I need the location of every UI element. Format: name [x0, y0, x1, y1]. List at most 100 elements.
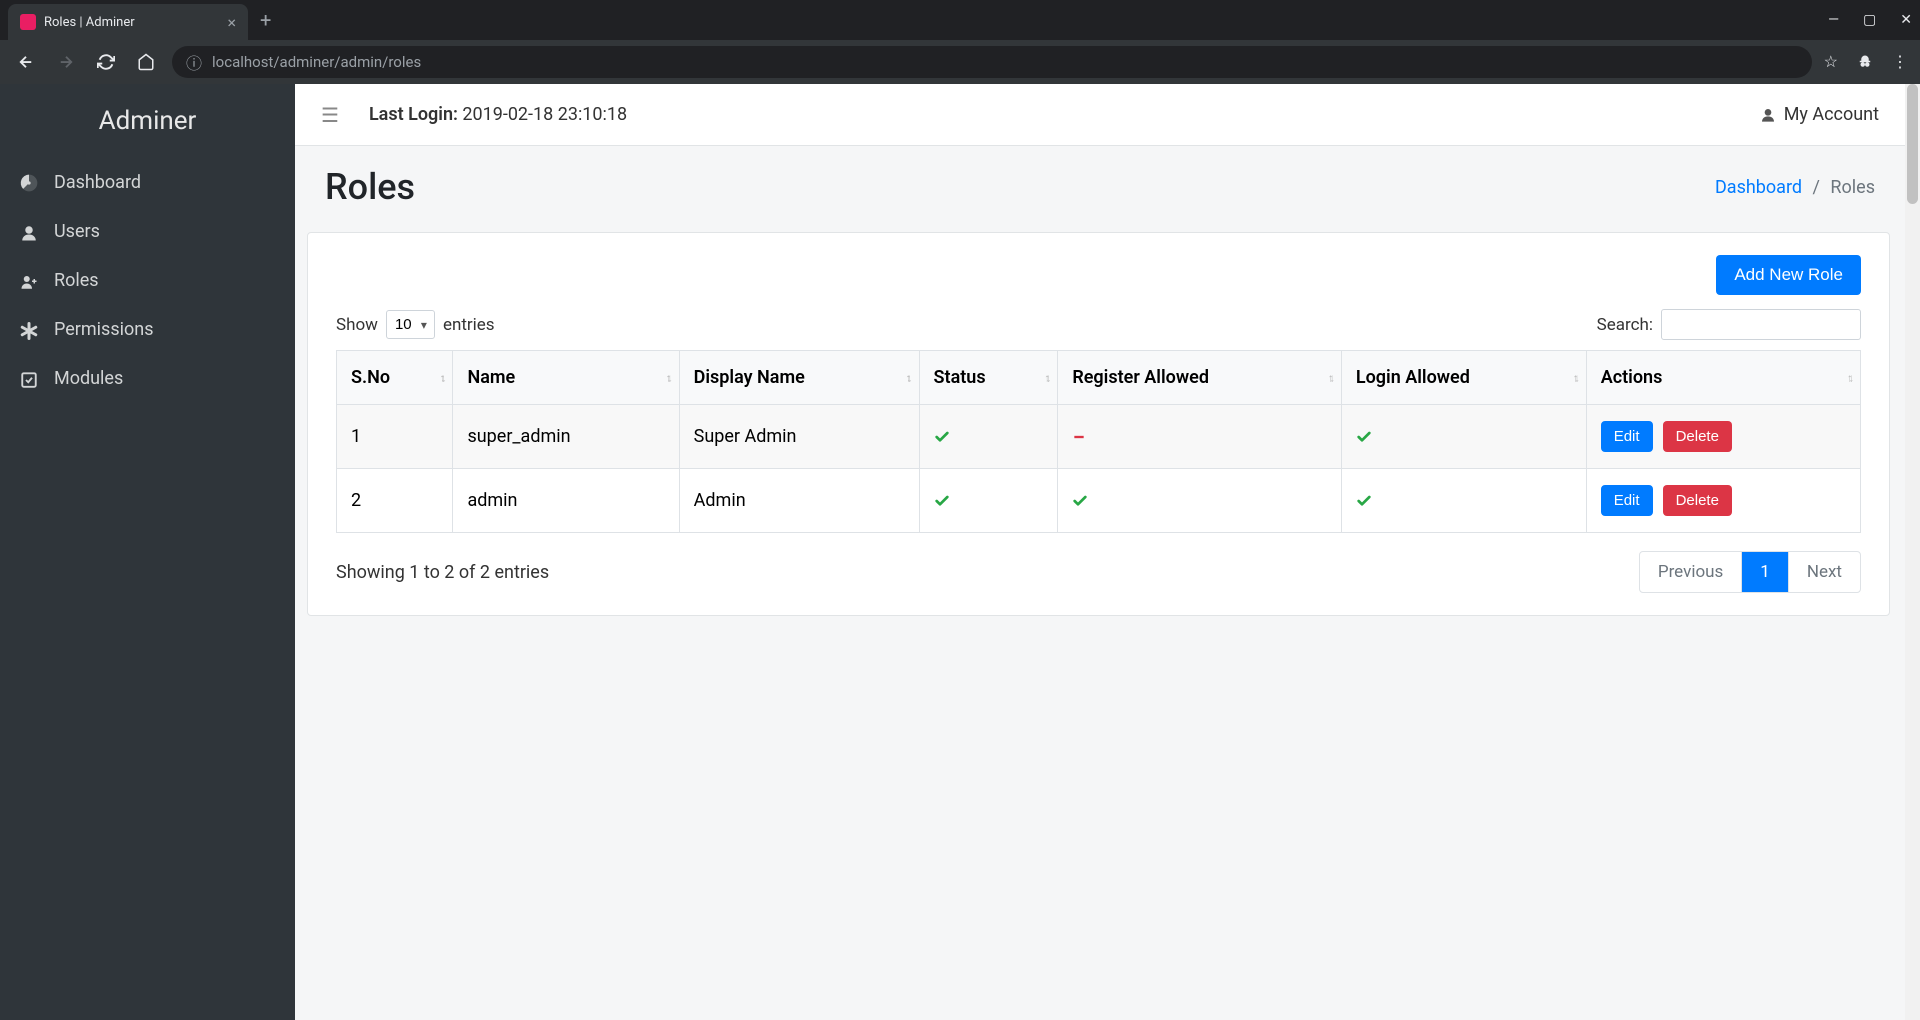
sort-icon: ↑↓ [1044, 374, 1047, 381]
column-header[interactable]: Status↑↓ [919, 351, 1058, 405]
entries-select[interactable]: 10 [386, 310, 435, 339]
maximize-icon[interactable]: ▢ [1863, 12, 1876, 28]
incognito-icon[interactable] [1856, 52, 1874, 72]
sidebar-item-users[interactable]: Users [0, 207, 295, 256]
column-header[interactable]: Actions↑↓ [1586, 351, 1860, 405]
table-footer: Showing 1 to 2 of 2 entries Previous 1 N… [336, 551, 1861, 593]
favicon-icon [20, 14, 36, 30]
entries-label: entries [443, 315, 495, 335]
roles-table: S.No↑↓Name↑↓Display Name↑↓Status↑↓Regist… [336, 350, 1861, 533]
browser-tab-strip: Roles | Adminer × + — ▢ ✕ [0, 0, 1920, 40]
my-account-link[interactable]: My Account [1760, 104, 1879, 125]
forward-icon[interactable] [52, 48, 80, 76]
sidebar-item-label: Roles [54, 270, 99, 291]
scrollbar-thumb[interactable] [1907, 84, 1918, 204]
cell-sno: 1 [337, 405, 453, 469]
sort-icon: ↑↓ [1328, 374, 1331, 381]
bookmark-icon[interactable]: ☆ [1824, 52, 1838, 71]
check-icon [1356, 490, 1372, 511]
cell-sno: 2 [337, 469, 453, 533]
breadcrumb-dashboard[interactable]: Dashboard [1715, 177, 1802, 198]
check-icon [934, 426, 950, 447]
breadcrumb: Dashboard / Roles [1715, 177, 1875, 198]
cell-register-allowed [1058, 405, 1342, 469]
cell-register-allowed [1058, 469, 1342, 533]
browser-nav-bar: ⓘ localhost/adminer/admin/roles ☆ ⋮ [0, 40, 1920, 84]
breadcrumb-separator: / [1813, 177, 1820, 198]
main-content: ☰ Last Login: 2019-02-18 23:10:18 My Acc… [295, 84, 1920, 1020]
column-header[interactable]: Register Allowed↑↓ [1058, 351, 1342, 405]
check-icon [1356, 426, 1372, 447]
pagination-next[interactable]: Next [1789, 552, 1860, 592]
sort-icon: ↑↓ [439, 374, 442, 381]
cell-display-name: Admin [679, 469, 919, 533]
check-icon [1072, 490, 1088, 511]
cell-name: admin [453, 469, 679, 533]
dashboard-icon [18, 172, 40, 193]
close-window-icon[interactable]: ✕ [1900, 12, 1912, 28]
delete-button[interactable]: Delete [1663, 485, 1732, 516]
site-info-icon[interactable]: ⓘ [186, 50, 202, 74]
sidebar: Adminer Dashboard Users Roles Permission… [0, 84, 295, 1020]
last-login: Last Login: 2019-02-18 23:10:18 [369, 104, 627, 125]
search-label: Search: [1597, 315, 1653, 335]
column-header[interactable]: Display Name↑↓ [679, 351, 919, 405]
close-tab-icon[interactable]: × [227, 13, 236, 32]
menu-icon[interactable]: ⋮ [1892, 52, 1908, 71]
cell-login-allowed [1341, 469, 1586, 533]
pagination-page-1[interactable]: 1 [1742, 552, 1789, 592]
search-input[interactable] [1661, 309, 1861, 340]
page-header: Roles Dashboard / Roles [295, 146, 1905, 222]
cell-status [919, 469, 1058, 533]
edit-button[interactable]: Edit [1601, 485, 1653, 516]
sidebar-item-label: Permissions [54, 319, 154, 340]
edit-button[interactable]: Edit [1601, 421, 1653, 452]
sidebar-item-label: Dashboard [54, 172, 141, 193]
delete-button[interactable]: Delete [1663, 421, 1732, 452]
hamburger-icon[interactable]: ☰ [321, 103, 339, 127]
sort-icon: ↑↓ [1847, 374, 1850, 381]
sort-icon: ↑↓ [1573, 374, 1576, 381]
sidebar-item-roles[interactable]: Roles [0, 256, 295, 305]
sort-icon: ↑↓ [906, 374, 909, 381]
url-bar[interactable]: ⓘ localhost/adminer/admin/roles [172, 46, 1812, 78]
pagination: Previous 1 Next [1639, 551, 1861, 593]
add-new-role-button[interactable]: Add New Role [1716, 255, 1861, 295]
tab-title: Roles | Adminer [44, 15, 219, 30]
roles-card: Add New Role Show 10 entries Search: [307, 232, 1890, 616]
column-header[interactable]: Login Allowed↑↓ [1341, 351, 1586, 405]
check-square-icon [18, 368, 40, 389]
sidebar-item-label: Modules [54, 368, 123, 389]
check-icon [934, 490, 950, 511]
sidebar-item-label: Users [54, 221, 100, 242]
cell-actions: Edit Delete [1586, 469, 1860, 533]
column-header[interactable]: Name↑↓ [453, 351, 679, 405]
scrollbar[interactable] [1905, 84, 1920, 1020]
user-icon [1760, 104, 1776, 125]
browser-tab[interactable]: Roles | Adminer × [8, 4, 248, 40]
minus-icon [1072, 426, 1086, 447]
window-controls: — ▢ ✕ [1828, 12, 1912, 28]
new-tab-button[interactable]: + [260, 8, 271, 32]
sort-icon: ↑↓ [666, 374, 669, 381]
table-row: 2adminAdmin Edit Delete [337, 469, 1861, 533]
table-info: Showing 1 to 2 of 2 entries [336, 562, 549, 583]
home-icon[interactable] [132, 48, 160, 76]
cell-login-allowed [1341, 405, 1586, 469]
topbar: ☰ Last Login: 2019-02-18 23:10:18 My Acc… [295, 84, 1905, 146]
back-icon[interactable] [12, 48, 40, 76]
pagination-previous[interactable]: Previous [1640, 552, 1742, 592]
brand-title: Adminer [0, 84, 295, 158]
column-header[interactable]: S.No↑↓ [337, 351, 453, 405]
cell-status [919, 405, 1058, 469]
user-plus-icon [18, 270, 40, 291]
reload-icon[interactable] [92, 48, 120, 76]
sidebar-item-dashboard[interactable]: Dashboard [0, 158, 295, 207]
sidebar-item-modules[interactable]: Modules [0, 354, 295, 403]
cell-actions: Edit Delete [1586, 405, 1860, 469]
minimize-icon[interactable]: — [1828, 12, 1839, 28]
sidebar-item-permissions[interactable]: Permissions [0, 305, 295, 354]
page-title: Roles [325, 166, 415, 208]
cell-name: super_admin [453, 405, 679, 469]
url-text: localhost/adminer/admin/roles [212, 53, 421, 71]
